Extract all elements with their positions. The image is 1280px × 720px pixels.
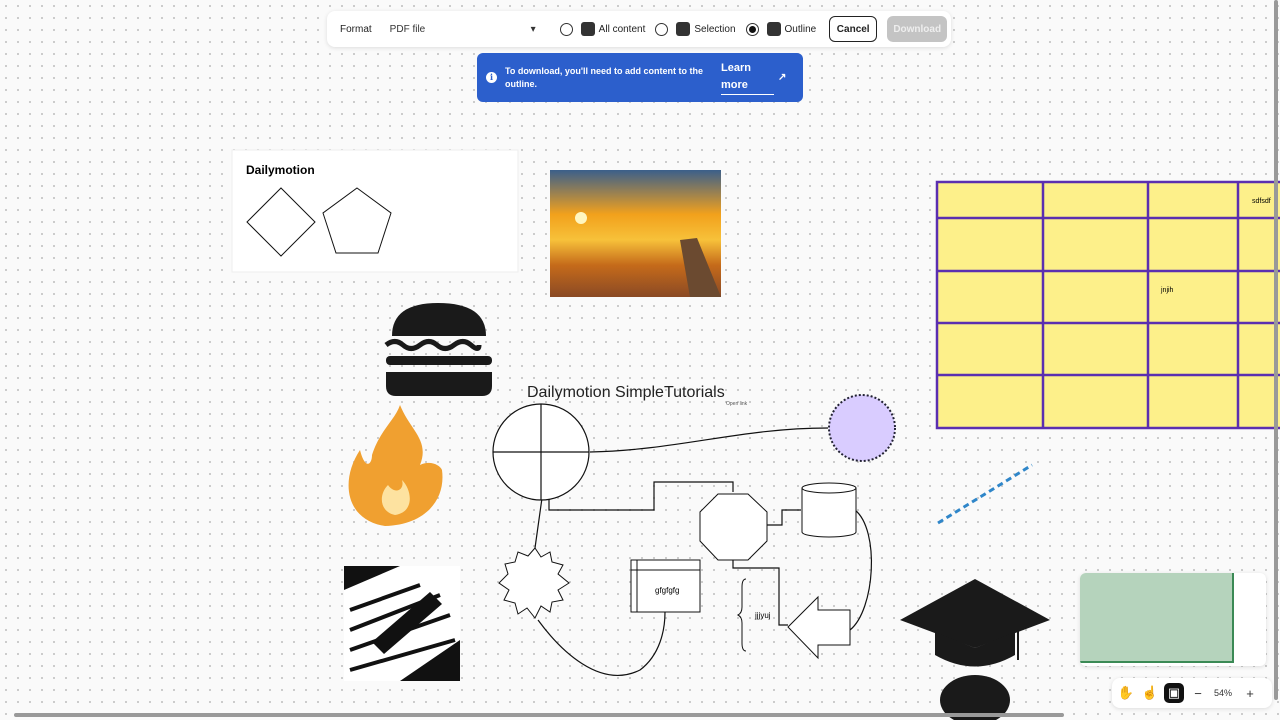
crossed-circle-shape[interactable] [492, 403, 590, 501]
option-label[interactable]: All content [599, 24, 646, 35]
graduation-cap-icon[interactable] [900, 579, 1050, 720]
outline-icon [766, 22, 781, 36]
info-banner: i To download, you'll need to add conten… [477, 53, 803, 102]
burger-icon[interactable] [384, 303, 492, 396]
zoom-in-button[interactable]: + [1240, 683, 1260, 703]
horizontal-scrollbar[interactable] [14, 713, 1064, 717]
radio-selection[interactable] [655, 22, 669, 36]
box-text: gfgfgfg [655, 586, 679, 595]
zoom-out-button[interactable]: − [1188, 683, 1208, 703]
format-label: Format [340, 23, 372, 35]
zoom-controls: ✋ ☝ ▣ − 54% + [1112, 678, 1272, 708]
frame-dailymotion[interactable]: Dailymotion [231, 149, 519, 273]
sunset-image[interactable] [550, 170, 721, 297]
table-cell[interactable]: sdfsdf [1252, 198, 1271, 205]
export-toolbar: Format PDF file ▾ All content Selection O… [327, 11, 951, 47]
brace-text: jjjyuj [754, 611, 771, 620]
purple-circle[interactable] [828, 394, 896, 462]
dashed-line[interactable] [937, 463, 1033, 525]
gfgfgfg-box[interactable]: gfgfgfg [630, 559, 701, 613]
minimap-toggle-icon[interactable]: ▣ [1164, 683, 1184, 703]
zoom-level: 54% [1214, 688, 1233, 698]
vertical-scrollbar[interactable] [1274, 0, 1278, 700]
frame-title: Dailymotion [246, 163, 315, 177]
select-hand-icon[interactable]: ☝ [1140, 683, 1160, 703]
banner-text: To download, you'll need to add content … [505, 65, 703, 89]
download-button[interactable]: Download [887, 16, 948, 42]
learn-more-link[interactable]: Learn more [721, 60, 774, 95]
option-label[interactable]: Outline [785, 24, 817, 35]
external-link-icon[interactable]: ↗ [778, 72, 786, 83]
format-value: PDF file [389, 23, 426, 35]
radio-all-content[interactable] [559, 22, 573, 36]
format-select[interactable]: PDF file ▾ [390, 24, 536, 35]
all-content-icon [580, 22, 595, 36]
info-icon: i [486, 72, 497, 83]
table-shape[interactable]: sdfsdf jnjih [935, 180, 1280, 430]
selection-icon [676, 22, 691, 36]
minimap-viewport[interactable] [1080, 573, 1234, 663]
edit-document-icon[interactable] [344, 566, 460, 681]
radio-outline[interactable] [745, 22, 759, 36]
octagon-shape[interactable] [699, 493, 768, 561]
open-link[interactable]: Open link [726, 401, 748, 407]
table-cell[interactable]: jnjih [1160, 287, 1174, 294]
cancel-button[interactable]: Cancel [829, 16, 878, 42]
starburst-shape[interactable] [498, 547, 570, 619]
chevron-down-icon: ▾ [530, 23, 536, 35]
hand-icon[interactable]: ✋ [1116, 683, 1136, 703]
text-heading[interactable]: Dailymotion SimpleTutorials [527, 384, 725, 401]
option-label[interactable]: Selection [694, 24, 735, 35]
minimap[interactable] [1080, 573, 1266, 666]
brace-shape[interactable] [736, 578, 747, 652]
fire-icon[interactable] [348, 405, 443, 526]
cylinder-shape[interactable] [801, 482, 857, 538]
arrow-shape[interactable] [787, 595, 851, 660]
